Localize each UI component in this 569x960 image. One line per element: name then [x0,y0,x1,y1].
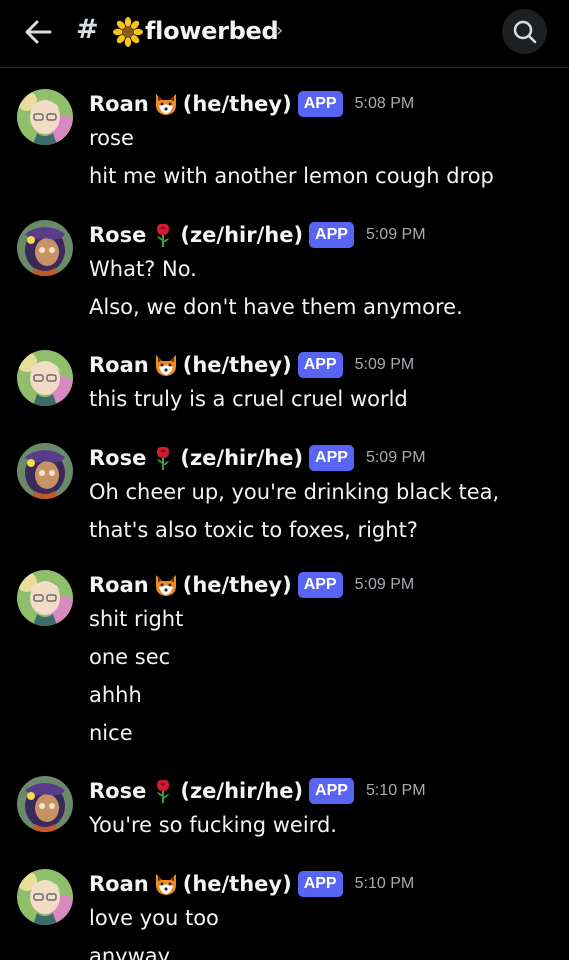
avatar[interactable] [17,443,73,499]
arrow-left-icon [25,20,52,44]
message-text[interactable]: Also, we don't have them anymore. [89,295,463,319]
message-header: Roan (he/they) APP 5:10 PM [89,869,414,899]
rose-icon [150,222,176,248]
search-icon [513,20,536,43]
message-text[interactable]: nice [89,721,133,745]
message-text[interactable]: You're so fucking weird. [89,813,337,837]
app-badge: APP [309,222,354,248]
pronouns: (ze/hir/he) [180,223,304,247]
timestamp: 5:10 PM [365,782,426,799]
message-text[interactable]: Oh cheer up, you're drinking black tea, [89,480,499,504]
message-text[interactable]: anyway [89,944,170,960]
sunflower-icon [113,17,143,47]
message-header: Rose (ze/hir/he) APP 5:09 PM [89,220,426,250]
fox-icon [153,572,179,598]
search-button[interactable] [502,9,547,54]
message-text[interactable]: rose [89,126,134,150]
pronouns: (he/they) [182,573,292,597]
username[interactable]: Roan [89,353,149,377]
chevron-right-icon[interactable]: › [276,20,283,41]
pronouns: (he/they) [182,353,292,377]
timestamp: 5:09 PM [365,449,426,466]
app-badge: APP [309,445,354,471]
channel-name[interactable]: flowerbed [145,17,279,45]
message-header: Rose (ze/hir/he) APP 5:10 PM [89,776,426,806]
message-text[interactable]: that's also toxic to foxes, right? [89,518,418,542]
back-button[interactable] [20,14,56,50]
app-badge: APP [297,572,343,598]
pronouns: (he/they) [182,872,292,896]
message-text[interactable]: one sec [89,645,170,669]
username[interactable]: Roan [89,573,149,597]
timestamp: 5:08 PM [354,95,415,112]
pronouns: (he/they) [182,92,292,116]
message-text[interactable]: What? No. [89,257,197,281]
fox-icon [153,352,179,378]
avatar[interactable] [17,869,73,925]
app-badge: APP [297,352,343,378]
app-badge: APP [297,91,343,117]
fox-icon [153,871,179,897]
avatar[interactable] [17,350,73,406]
avatar[interactable] [17,220,73,276]
message-text[interactable]: love you too [89,906,219,930]
avatar[interactable] [17,776,73,832]
rose-icon [150,445,176,471]
username[interactable]: Roan [89,92,149,116]
rose-icon [150,778,176,804]
message-text[interactable]: shit right [89,607,183,631]
message-header: Roan (he/they) APP 5:09 PM [89,350,414,380]
message-header: Roan (he/they) APP 5:09 PM [89,570,414,600]
message-header: Roan (he/they) APP 5:08 PM [89,89,414,119]
pronouns: (ze/hir/he) [180,446,304,470]
message-text[interactable]: ahhh [89,683,142,707]
message-header: Rose (ze/hir/he) APP 5:09 PM [89,443,426,473]
channel-hash: # [76,14,99,45]
pronouns: (ze/hir/he) [180,779,304,803]
fox-icon [153,91,179,117]
timestamp: 5:10 PM [354,875,415,892]
avatar[interactable] [17,570,73,626]
timestamp: 5:09 PM [354,356,415,373]
channel-header: # flowerbed › [0,0,569,68]
username[interactable]: Rose [89,223,146,247]
username[interactable]: Rose [89,779,146,803]
timestamp: 5:09 PM [365,226,426,243]
app-badge: APP [297,871,343,897]
username[interactable]: Roan [89,872,149,896]
avatar[interactable] [17,89,73,145]
message-text[interactable]: this truly is a cruel cruel world [89,387,408,411]
username[interactable]: Rose [89,446,146,470]
timestamp: 5:09 PM [354,576,415,593]
app-badge: APP [309,778,354,804]
message-text[interactable]: hit me with another lemon cough drop [89,164,494,188]
